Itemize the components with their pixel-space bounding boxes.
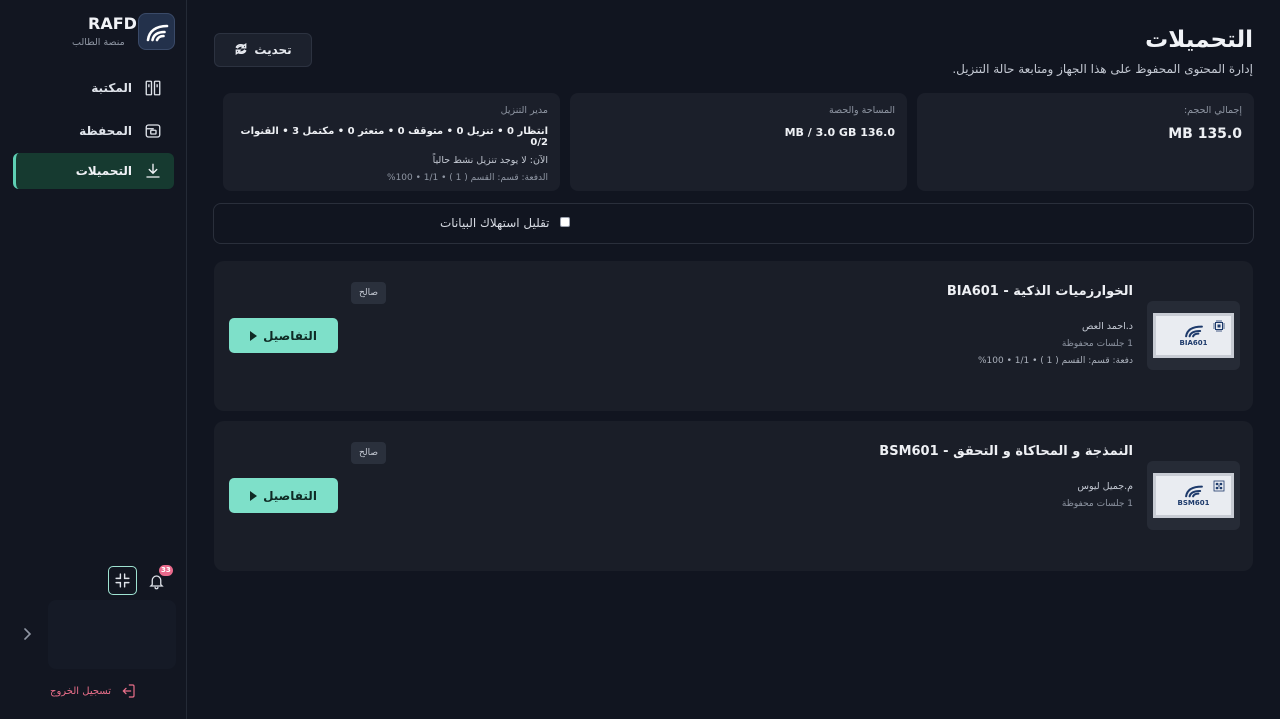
status-badge: صالح [351, 282, 386, 304]
details-button[interactable]: التفاصيل [229, 478, 338, 513]
download-manager-batch: الدفعة: قسم: القسم ( 1 ) • 1/1 • 100% [387, 173, 548, 183]
sidebar-item-downloads[interactable]: التحميلات [13, 153, 174, 189]
download-manager-now: الآن: لا يوجد تنزيل نشط حالياً [432, 155, 548, 166]
sidebar-item-label: المحفظة [79, 124, 132, 138]
profile-panel [48, 600, 176, 669]
sidebar-item-wallet[interactable]: المحفظة [13, 113, 174, 149]
page-subtitle: إدارة المحتوى المحفوظ على هذا الجهاز ومت… [952, 62, 1253, 76]
download-icon [146, 163, 160, 178]
collapse-button[interactable] [108, 566, 137, 595]
thumbnail-code: BIA601 [1179, 339, 1208, 347]
download-manager-status: انتظار 0 • تنزيل 0 • متوقف 0 • متعثر 0 •… [240, 126, 548, 148]
data-saver-row: تقليل استهلاك البيانات [213, 203, 1254, 244]
total-size-value: 135.0 MB [1168, 126, 1242, 142]
rafd-logo-icon [1184, 325, 1203, 338]
sidebar: RAFD منصة الطالب المكتبة المحفظة التحميل… [0, 0, 187, 719]
course-teacher: م.جميل ليوس [1077, 481, 1133, 492]
refresh-label: تحديث [254, 43, 292, 57]
details-label: التفاصيل [263, 488, 317, 503]
details-button[interactable]: التفاصيل [229, 318, 338, 353]
logout-label: تسجيل الخروج [50, 685, 112, 697]
logout-button[interactable]: تسجيل الخروج [50, 682, 136, 700]
network-icon [1213, 480, 1225, 492]
data-saver-checkbox[interactable] [560, 217, 570, 227]
wallet-icon [145, 124, 161, 138]
app-window: التحميلات إدارة المحتوى المحفوظ على هذا … [0, 0, 1280, 719]
course-title: الخوارزميات الذكية - BIA601 [946, 284, 1133, 299]
course-batch: دفعة: قسم: القسم ( 1 ) • 1/1 • 100% [977, 356, 1133, 366]
chevron-right-icon[interactable] [20, 626, 34, 642]
brand-subtitle: منصة الطالب [72, 37, 125, 48]
course-sessions: 1 جلسات محفوظة [1061, 339, 1133, 349]
course-thumbnail: BSM601 [1147, 461, 1240, 530]
details-label: التفاصيل [263, 328, 317, 343]
play-icon [250, 490, 258, 501]
chip-icon [1213, 320, 1225, 332]
play-icon [250, 330, 258, 341]
course-card: BSM601 النمذجة و المحاكاة و التحقق - BSM… [214, 421, 1253, 571]
books-icon [145, 80, 161, 96]
sidebar-item-label: المكتبة [91, 81, 132, 95]
sidebar-item-label: التحميلات [75, 164, 132, 178]
status-badge: صالح [351, 442, 386, 464]
total-size-card: إجمالي الحجم: 135.0 MB [917, 93, 1254, 191]
refresh-button[interactable]: تحديث [214, 33, 312, 67]
refresh-icon [234, 42, 248, 59]
download-manager-label: مدير التنزيل [500, 105, 548, 116]
page-title: التحميلات [1145, 27, 1253, 53]
brand-name: RAFD [88, 14, 137, 33]
course-teacher: د.احمد العص [1081, 321, 1133, 332]
course-sessions: 1 جلسات محفوظة [1061, 499, 1133, 509]
total-size-label: إجمالي الحجم: [1183, 105, 1242, 116]
quota-value: 136.0 MB / 3.0 GB [784, 126, 895, 139]
logout-icon [122, 684, 135, 698]
rafd-logo-icon [1184, 485, 1203, 498]
collapse-icon [115, 573, 130, 588]
thumbnail-code: BSM601 [1177, 499, 1210, 507]
main-content: التحميلات إدارة المحتوى المحفوظ على هذا … [0, 0, 1266, 719]
notification-count-badge: 33 [159, 565, 173, 576]
download-manager-card: مدير التنزيل انتظار 0 • تنزيل 0 • متوقف … [223, 93, 560, 191]
sidebar-item-library[interactable]: المكتبة [13, 70, 174, 106]
data-saver-label: تقليل استهلاك البيانات [440, 216, 550, 230]
course-thumbnail: BIA601 [1147, 301, 1240, 370]
rafd-logo-icon [138, 13, 175, 50]
course-card: BIA601 الخوارزميات الذكية - BIA601 د.احم… [214, 261, 1253, 411]
quota-label: المساحة والحصة [829, 105, 895, 116]
quota-card: المساحة والحصة 136.0 MB / 3.0 GB [570, 93, 907, 191]
course-title: النمذجة و المحاكاة و التحقق - BSM601 [879, 444, 1133, 459]
